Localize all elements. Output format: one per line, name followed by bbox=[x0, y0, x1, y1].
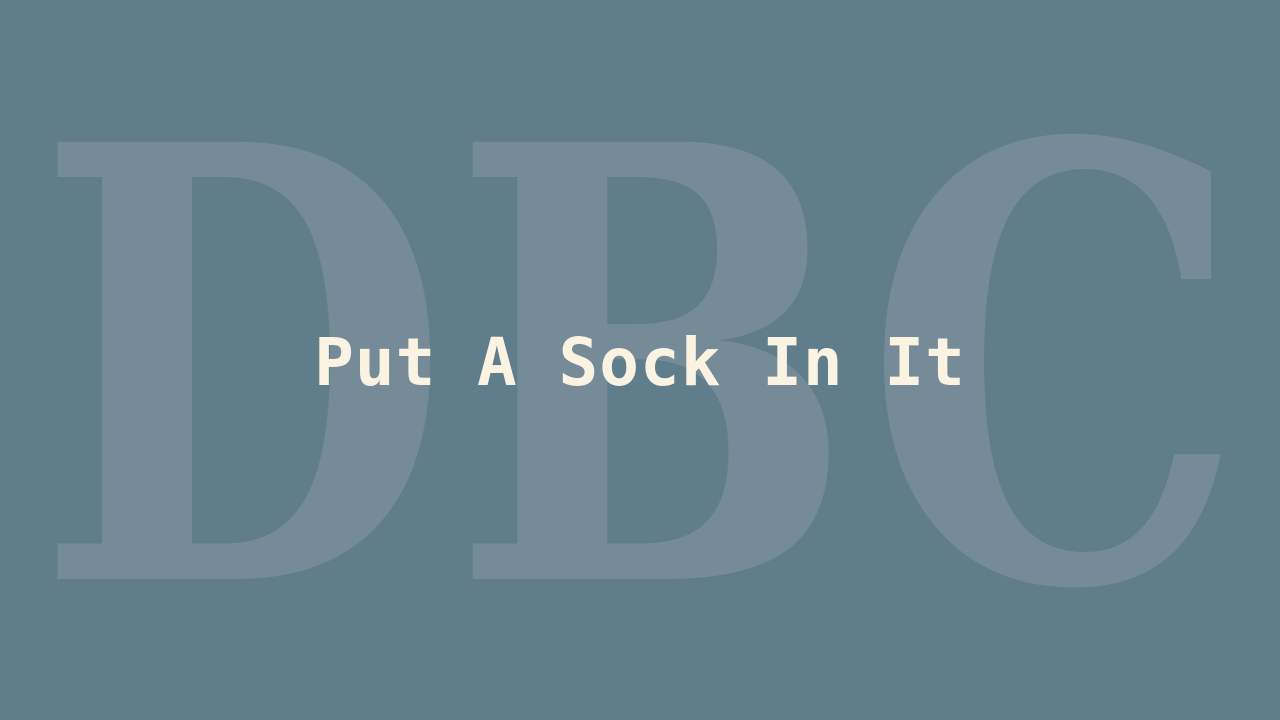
page-title: Put A Sock In It bbox=[314, 324, 966, 401]
